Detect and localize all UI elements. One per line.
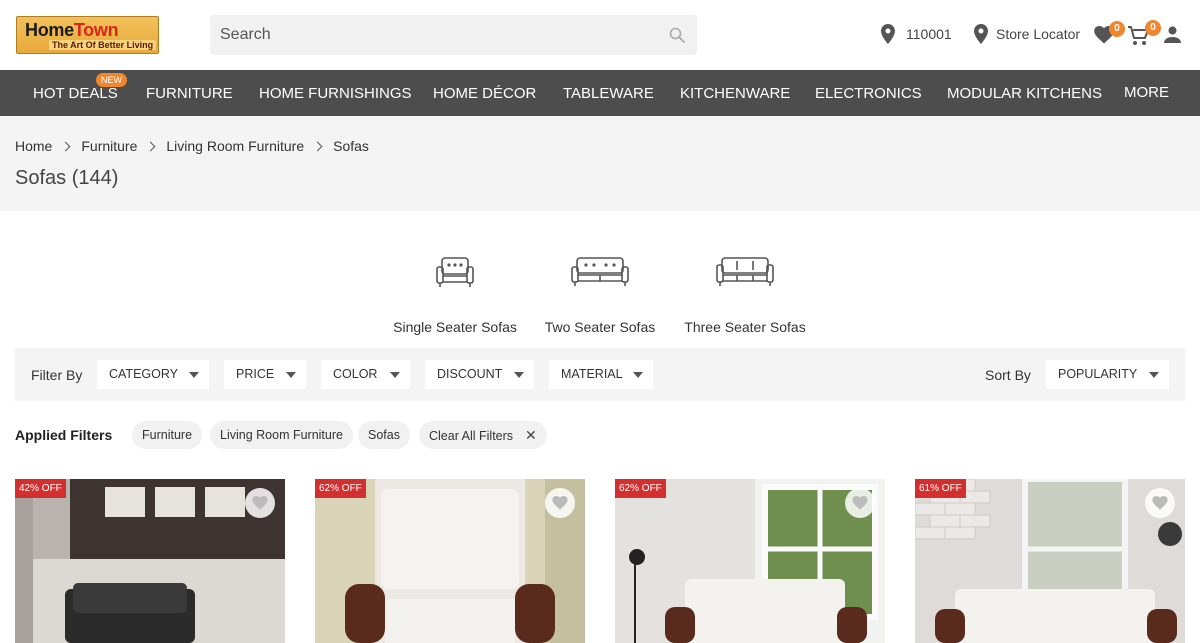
subcategory-label: Three Seater Sofas	[684, 319, 806, 335]
caret-down-icon	[514, 372, 524, 378]
applied-filters-label: Applied Filters	[15, 427, 113, 443]
location-pin-icon	[881, 24, 895, 44]
main-nav: HOT DEALS NEW FURNITURE HOME FURNISHINGS…	[0, 70, 1200, 116]
add-to-wishlist-button[interactable]	[1145, 488, 1175, 518]
applied-filter-chip[interactable]: Furniture	[132, 421, 203, 449]
heart-icon	[852, 496, 868, 510]
nav-item-tableware[interactable]: TABLEWARE	[563, 70, 654, 116]
filter-material-dropdown[interactable]: MATERIAL	[549, 360, 653, 389]
product-card[interactable]: 42% OFF	[15, 479, 285, 643]
breadcrumb-sofas: Sofas	[333, 138, 369, 154]
pincode-selector[interactable]: 110001	[881, 24, 952, 44]
breadcrumb: Home Furniture Living Room Furniture Sof…	[15, 138, 369, 154]
caret-down-icon	[633, 372, 643, 378]
discount-badge: 62% OFF	[615, 479, 666, 498]
breadcrumb-home[interactable]: Home	[15, 138, 52, 154]
two-seater-sofa-icon	[571, 257, 629, 286]
breadcrumb-furniture[interactable]: Furniture	[81, 138, 137, 154]
caret-down-icon	[286, 372, 296, 378]
applied-filter-chip[interactable]: Sofas	[358, 421, 410, 449]
add-to-wishlist-button[interactable]	[845, 488, 875, 518]
search-icon[interactable]	[669, 27, 685, 43]
filter-bar: Filter By CATEGORY PRICE COLOR DISCOUNT …	[15, 348, 1185, 401]
location-pin-icon	[974, 24, 988, 44]
filter-price-dropdown[interactable]: PRICE	[224, 360, 306, 389]
heart-icon	[1152, 496, 1168, 510]
nav-item-home-decor[interactable]: HOME DÉCOR	[433, 70, 536, 116]
close-icon: ✕	[525, 427, 537, 443]
nav-item-hot-deals[interactable]: HOT DEALS NEW	[33, 70, 127, 116]
search-input[interactable]	[220, 15, 660, 55]
add-to-wishlist-button[interactable]	[545, 488, 575, 518]
heart-icon	[552, 496, 568, 510]
wishlist-count-badge: 0	[1109, 21, 1125, 37]
breadcrumb-section: Home Furniture Living Room Furniture Sof…	[0, 116, 1200, 211]
three-seater-sofa-icon	[716, 257, 774, 286]
chevron-right-icon	[145, 141, 156, 151]
filter-discount-dropdown[interactable]: DISCOUNT	[425, 360, 534, 389]
nav-item-modular-kitchens[interactable]: MODULAR KITCHENS	[947, 70, 1102, 116]
filter-color-dropdown[interactable]: COLOR	[321, 360, 410, 389]
discount-badge: 61% OFF	[915, 479, 966, 498]
search-bar	[210, 15, 697, 55]
chevron-right-icon	[60, 141, 71, 151]
product-card[interactable]: 62% OFF	[615, 479, 885, 643]
caret-down-icon	[390, 372, 400, 378]
site-header: HomeTown The Art Of Better Living 110001…	[0, 0, 1200, 70]
clear-all-filters-button[interactable]: Clear All Filters ✕	[419, 421, 547, 449]
page-title: Sofas (144)	[15, 167, 119, 189]
filter-category-dropdown[interactable]: CATEGORY	[97, 360, 209, 389]
subcategory-three-seater[interactable]: Three Seater Sofas	[675, 252, 815, 335]
store-locator-link[interactable]: Store Locator	[974, 24, 1080, 44]
add-to-wishlist-button[interactable]	[245, 488, 275, 518]
caret-down-icon	[189, 372, 199, 378]
chevron-right-icon	[312, 141, 323, 151]
nav-item-electronics[interactable]: ELECTRONICS	[815, 70, 922, 116]
cart-count-badge: 0	[1145, 20, 1161, 36]
nav-item-kitchenware[interactable]: KITCHENWARE	[680, 70, 790, 116]
pincode-text: 110001	[906, 26, 952, 42]
subcategory-label: Two Seater Sofas	[544, 319, 656, 335]
breadcrumb-living-room-furniture[interactable]: Living Room Furniture	[166, 138, 304, 154]
discount-badge: 42% OFF	[15, 479, 66, 498]
single-seater-sofa-icon	[436, 257, 474, 287]
subcategory-single-seater[interactable]: Single Seater Sofas	[385, 252, 525, 335]
nav-item-furniture[interactable]: FURNITURE	[146, 70, 233, 116]
wishlist-button[interactable]: 0	[1094, 21, 1125, 49]
sort-by-label: Sort By	[985, 367, 1031, 383]
subcategory-label: Single Seater Sofas	[393, 319, 517, 335]
product-card[interactable]: 61% OFF	[915, 479, 1185, 643]
heart-icon	[252, 496, 268, 510]
filter-by-label: Filter By	[31, 367, 83, 383]
cart-button[interactable]: 0	[1127, 20, 1161, 52]
discount-badge: 62% OFF	[315, 479, 366, 498]
sort-dropdown[interactable]: POPULARITY	[1046, 360, 1169, 389]
caret-down-icon	[1149, 372, 1159, 378]
nav-item-more[interactable]: MORE	[1124, 69, 1169, 115]
product-card[interactable]: 62% OFF	[315, 479, 585, 643]
applied-filter-chip[interactable]: Living Room Furniture	[210, 421, 353, 449]
account-button[interactable]	[1164, 26, 1181, 48]
subcategory-two-seater[interactable]: Two Seater Sofas	[530, 252, 670, 335]
new-badge: NEW	[96, 73, 127, 87]
user-icon	[1164, 26, 1181, 43]
store-locator-label: Store Locator	[996, 26, 1081, 42]
hometown-logo[interactable]: HomeTown The Art Of Better Living	[16, 16, 159, 54]
nav-item-home-furnishings[interactable]: HOME FURNISHINGS	[259, 70, 412, 116]
